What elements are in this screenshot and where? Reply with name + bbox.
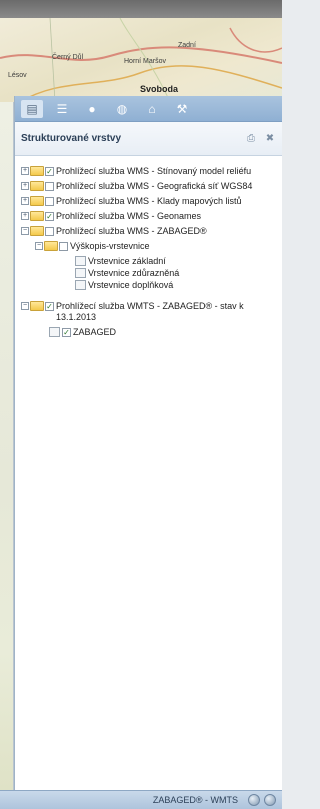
tree-node-label: ZABAGED xyxy=(73,327,117,337)
status-bar: ZABAGED® - WMTS xyxy=(0,790,282,809)
layer-checkbox[interactable]: ✓ xyxy=(45,167,54,176)
layer-tree: + ✓ Prohlížecí služba WMS - Stínovaný mo… xyxy=(15,156,282,338)
tree-node[interactable]: + Prohlížecí služba WMS - Geografická sí… xyxy=(21,181,276,192)
print-icon[interactable]: ⎙ xyxy=(245,133,257,145)
layer-checkbox[interactable] xyxy=(45,227,54,236)
close-icon[interactable]: ✖ xyxy=(264,133,276,145)
expand-icon[interactable]: + xyxy=(21,212,29,220)
collapse-icon[interactable]: − xyxy=(35,242,43,250)
tree-node[interactable]: − Prohlížecí služba WMS - ZABAGED® xyxy=(21,226,276,237)
collapse-icon[interactable]: − xyxy=(21,227,29,235)
status-text: ZABAGED® - WMTS xyxy=(152,795,238,805)
layer-icon xyxy=(75,268,86,278)
panel-title: Strukturované vrstvy xyxy=(21,133,122,144)
expand-icon[interactable]: + xyxy=(21,182,29,190)
layer-icon xyxy=(75,280,86,290)
info-icon[interactable]: ● xyxy=(81,100,103,118)
panel-header: Strukturované vrstvy ⎙ ✖ xyxy=(15,122,282,156)
print-icon[interactable]: ⌂ xyxy=(141,100,163,118)
map-label: Černý Důl xyxy=(52,54,84,61)
layer-checkbox[interactable] xyxy=(45,182,54,191)
folder-icon xyxy=(30,166,44,176)
layer-checkbox[interactable]: ✓ xyxy=(45,302,54,311)
collapse-icon[interactable]: − xyxy=(21,302,29,310)
tree-node-label: Prohlížecí služba WMS - Geografická síť … xyxy=(56,181,253,191)
tree-node[interactable]: ✓ ZABAGED xyxy=(49,327,276,338)
folder-icon xyxy=(30,301,44,311)
layer-checkbox[interactable]: ✓ xyxy=(45,212,54,221)
refresh-icon[interactable] xyxy=(248,794,260,806)
map-view[interactable]: Lésov Černý Důl Svoboda Zadní Horní Marš… xyxy=(0,18,282,102)
subtree: ✓ ZABAGED xyxy=(49,327,276,338)
list-icon[interactable]: ☰ xyxy=(51,100,73,118)
map-label: Lésov xyxy=(8,72,27,79)
folder-icon xyxy=(30,211,44,221)
tree-node-label: Vrstevnice zdůrazněná xyxy=(88,268,180,278)
expand-icon[interactable]: + xyxy=(21,167,29,175)
tree-node-label: Prohlížecí služba WMS - Geonames xyxy=(56,211,202,221)
tree-node-label: Vrstevnice doplňková xyxy=(88,280,174,290)
subtree: Vrstevnice základní Vrstevnice zdůrazněn… xyxy=(75,256,276,291)
tree-node[interactable]: + Prohlížecí služba WMS - Klady mapových… xyxy=(21,196,276,207)
tree-node-label: Prohlížecí služba WMS - Stínovaný model … xyxy=(56,166,252,176)
tree-node[interactable]: Vrstevnice doplňková xyxy=(75,280,276,291)
tree-node[interactable]: − Výškopis-vrstevnice xyxy=(35,241,276,252)
tree-node-label: Prohlížecí služba WMTS - ZABAGED® - stav… xyxy=(56,301,244,322)
tree-node-label: Výškopis-vrstevnice xyxy=(70,241,150,251)
tree-node-label: Prohlížecí služba WMS - Klady mapových l… xyxy=(56,196,242,206)
globe-icon[interactable]: ◍ xyxy=(111,100,133,118)
map-label: Zadní xyxy=(178,42,196,49)
tree-node[interactable]: − ✓ Prohlížecí služba WMTS - ZABAGED® - … xyxy=(21,301,276,323)
panel-tabbar: ▤ ☰ ● ◍ ⌂ ⚒ xyxy=(15,96,282,122)
layer-checkbox[interactable]: ✓ xyxy=(62,328,71,337)
tree-node[interactable]: + ✓ Prohlížecí služba WMS - Stínovaný mo… xyxy=(21,166,276,177)
layers-panel: ▤ ☰ ● ◍ ⌂ ⚒ Strukturované vrstvy ⎙ ✖ + ✓… xyxy=(14,96,282,790)
tree-node[interactable]: Vrstevnice zdůrazněná xyxy=(75,268,276,279)
top-header-strip xyxy=(0,0,282,18)
expand-icon[interactable]: + xyxy=(21,197,29,205)
layers-icon[interactable]: ▤ xyxy=(21,99,43,118)
layer-icon xyxy=(75,256,86,266)
tree-node-label: Vrstevnice základní xyxy=(88,256,166,266)
layer-checkbox[interactable] xyxy=(59,242,68,251)
folder-icon xyxy=(44,241,58,251)
tools-icon[interactable]: ⚒ xyxy=(171,100,193,118)
folder-icon xyxy=(30,226,44,236)
folder-icon xyxy=(30,196,44,206)
globe-icon[interactable] xyxy=(264,794,276,806)
tree-node[interactable]: Vrstevnice základní xyxy=(75,256,276,267)
tree-node-label: Prohlížecí služba WMS - ZABAGED® xyxy=(56,226,207,236)
map-label: Horní Maršov xyxy=(124,58,167,65)
subtree: − Výškopis-vrstevnice xyxy=(35,241,276,252)
map-label: Svoboda xyxy=(140,84,179,94)
map-edge-strip[interactable] xyxy=(0,102,14,790)
tree-node[interactable]: + ✓ Prohlížecí služba WMS - Geonames xyxy=(21,211,276,222)
layer-checkbox[interactable] xyxy=(45,197,54,206)
folder-icon xyxy=(30,181,44,191)
layer-icon xyxy=(49,327,60,337)
